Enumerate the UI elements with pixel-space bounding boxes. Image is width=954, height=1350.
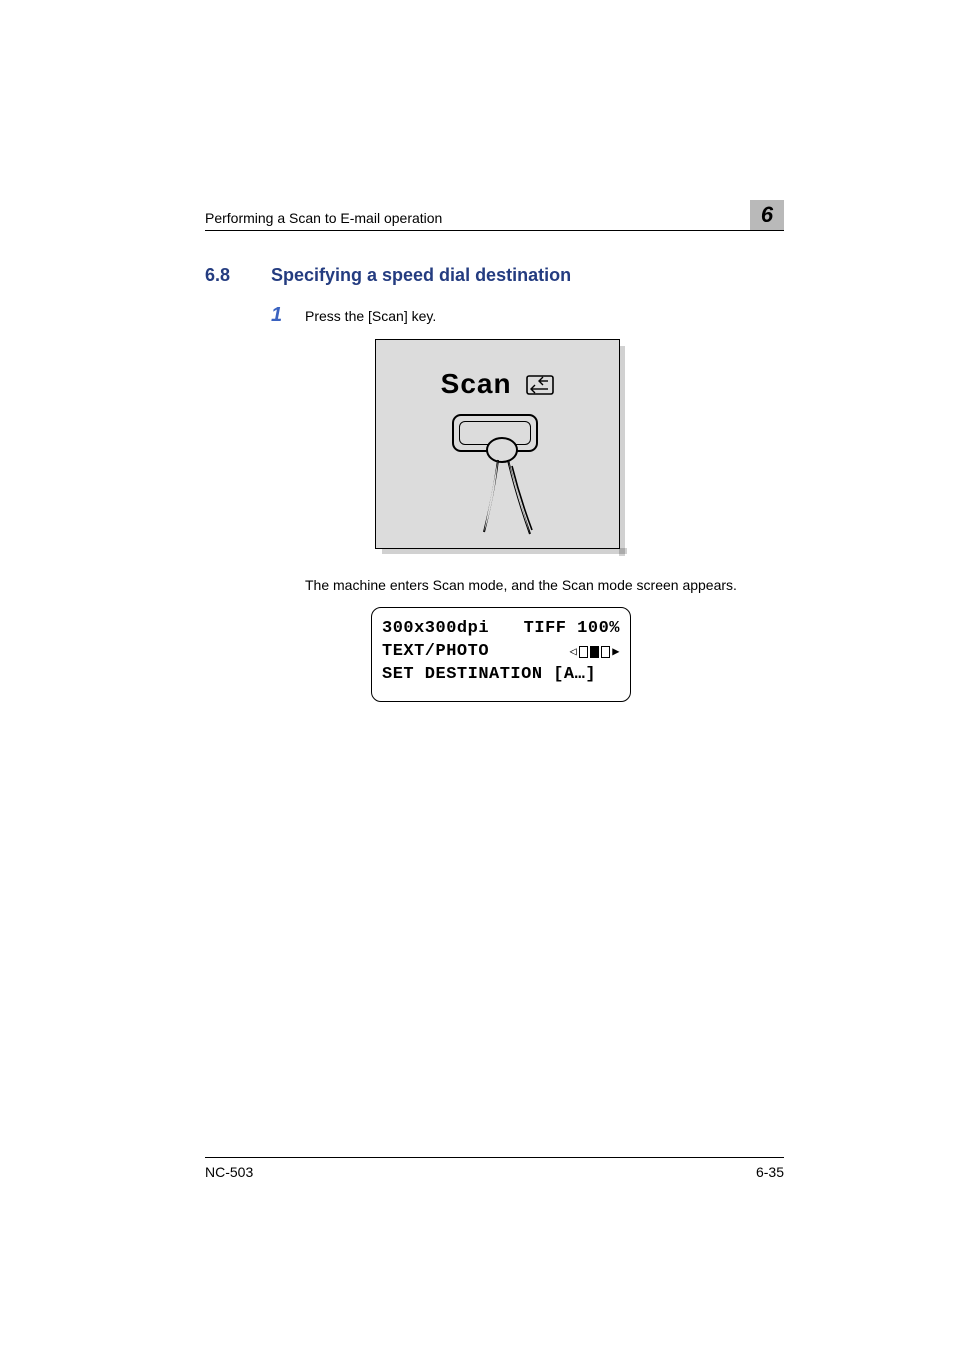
lcd-screen: 300x300dpi TIFF 100% TEXT/PHOTO ◁ ▶ SET … xyxy=(371,607,631,702)
section-heading: 6.8 Specifying a speed dial destination xyxy=(205,265,784,286)
scan-label-text: Scan xyxy=(441,368,512,399)
footer-model: NC-503 xyxy=(205,1164,253,1180)
running-head-text: Performing a Scan to E-mail operation xyxy=(205,210,442,226)
triangle-left-icon: ◁ xyxy=(570,644,578,660)
density-indicator: ◁ ▶ xyxy=(570,641,620,664)
illustration-container: Scan xyxy=(375,339,784,549)
scan-to-pc-icon xyxy=(526,375,554,395)
lcd-line-1: 300x300dpi TIFF 100% xyxy=(382,618,620,641)
chapter-number-badge: 6 xyxy=(750,200,784,230)
hand-press-icon xyxy=(474,432,554,542)
scan-key-illustration: Scan xyxy=(375,339,620,549)
lcd-format-zoom: TIFF 100% xyxy=(524,618,620,641)
lcd-line-2: TEXT/PHOTO ◁ ▶ xyxy=(382,641,620,664)
step-text: Press the [Scan] key. xyxy=(305,304,436,324)
footer-page-number: 6-35 xyxy=(756,1164,784,1180)
shadow xyxy=(619,346,625,556)
running-head: Performing a Scan to E-mail operation 6 xyxy=(205,200,784,231)
triangle-right-icon: ▶ xyxy=(612,644,620,660)
density-box-filled xyxy=(590,646,599,658)
lcd-line-3: SET DESTINATION [A…] xyxy=(382,664,620,687)
shadow xyxy=(382,548,627,554)
page: Performing a Scan to E-mail operation 6 … xyxy=(0,0,954,1350)
lcd-quality: TEXT/PHOTO xyxy=(382,641,489,664)
density-box xyxy=(579,646,588,658)
section-number: 6.8 xyxy=(205,265,271,286)
section-title: Specifying a speed dial destination xyxy=(271,265,571,286)
scan-label: Scan xyxy=(376,368,619,400)
step-number: 1 xyxy=(271,304,305,327)
lcd-resolution: 300x300dpi xyxy=(382,618,489,641)
result-text: The machine enters Scan mode, and the Sc… xyxy=(305,577,784,593)
step-1: 1 Press the [Scan] key. xyxy=(271,304,784,327)
density-box xyxy=(601,646,610,658)
page-footer: NC-503 6-35 xyxy=(205,1157,784,1180)
